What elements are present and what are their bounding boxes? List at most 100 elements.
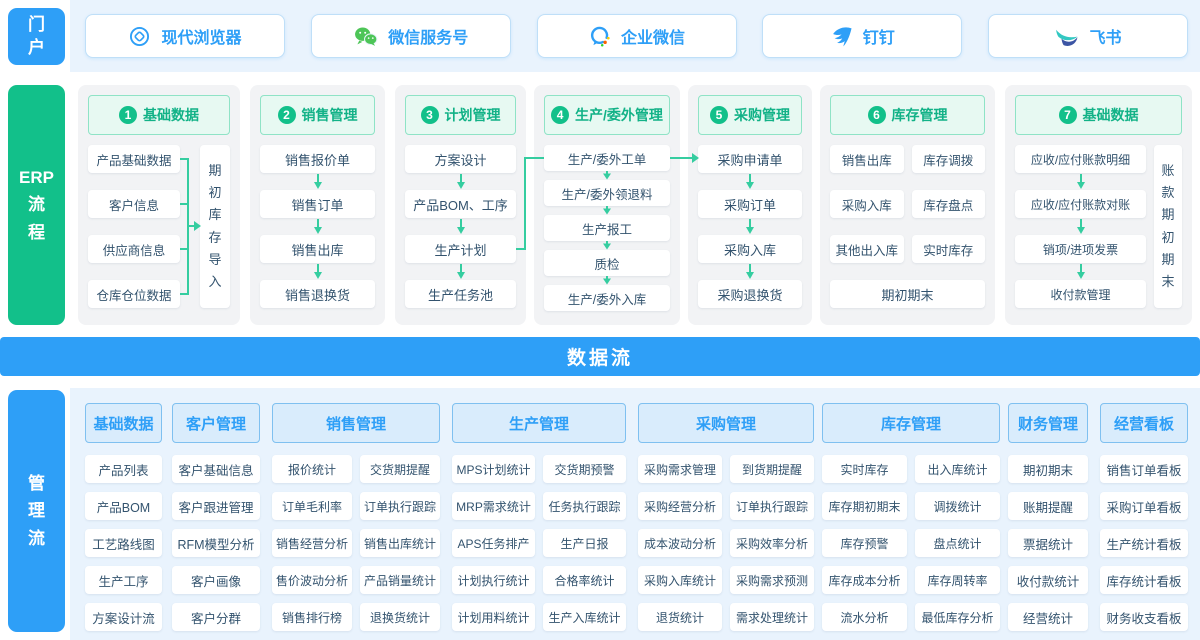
erp-bracket-row: 产品基础数据客户信息供应商信息仓库仓位数据期初库存导入 [88, 145, 230, 308]
portal-button-label: 钉钉 [863, 24, 895, 48]
management-item: 盘点统计 [915, 529, 1000, 557]
erp-item: 销售订单 [260, 190, 375, 218]
management-item: 采购效率分析 [730, 529, 814, 557]
erp-column-7: 7基础数据应收/应付账款明细应收/应付账款对账销项/进项发票收付款管理账款期初期… [1005, 85, 1192, 325]
connector-line [670, 157, 694, 159]
management-item: 交货期提醒 [360, 455, 440, 483]
connector-line [524, 157, 526, 250]
erp-item: 库存调拨 [912, 145, 986, 173]
management-item: 产品列表 [85, 455, 162, 483]
erp-item: 生产/委外领退料 [544, 180, 670, 206]
management-item: 生产日报 [543, 529, 626, 557]
portal-strip: 现代浏览器微信服务号企业微信 钉钉 飞书 [70, 0, 1200, 72]
erp-flow: 采购申请单采购订单采购入库采购退换货 [698, 145, 802, 308]
erp-item: 仓库仓位数据 [88, 280, 180, 308]
management-item: 销售经营分析 [272, 529, 352, 557]
portal-button-browser[interactable]: 现代浏览器 [85, 14, 285, 58]
management-item: 流水分析 [822, 603, 907, 631]
management-item: 库存周转率 [915, 566, 1000, 594]
erp-item: 期初期末 [830, 280, 985, 308]
erp-column-4: 4生产/委外管理生产/委外工单生产/委外领退料生产报工质检生产/委外入库 [534, 85, 680, 325]
arrow-down-icon [405, 173, 516, 190]
dataflow-banner-label: 数据流 [567, 343, 633, 370]
dingtalk-icon [830, 25, 853, 48]
management-item: 生产入库统计 [543, 603, 626, 631]
erp-item: 采购退换货 [698, 280, 802, 308]
portal-button-feishu[interactable]: 飞书 [988, 14, 1188, 58]
arrow-down-icon [405, 263, 516, 280]
arrow-down-icon [698, 173, 802, 190]
management-item: 产品BOM [85, 492, 162, 520]
management-item: 调拨统计 [915, 492, 1000, 520]
management-item: 收付款统计 [1008, 566, 1088, 594]
management-group-header: 采购管理 [638, 403, 814, 443]
erp-item: 采购入库 [698, 235, 802, 263]
erp-item: 生产/委外入库 [544, 285, 670, 311]
management-item: RFM模型分析 [172, 529, 260, 557]
erp-column-2: 2销售管理销售报价单销售订单销售出库销售退换货 [250, 85, 385, 325]
management-item: 计划执行统计 [452, 566, 535, 594]
erp-grid: 销售出库库存调拨采购入库库存盘点其他出入库实时库存期初期末 [830, 145, 985, 308]
erp-flow: 方案设计产品BOM、工序生产计划生产任务池 [405, 145, 516, 308]
erp-flow: 产品基础数据客户信息供应商信息仓库仓位数据 [88, 145, 180, 308]
erp-flow-section: 1基础数据产品基础数据客户信息供应商信息仓库仓位数据期初库存导入2销售管理销售报… [0, 85, 1200, 325]
erp-flow: 销售报价单销售订单销售出库销售退换货 [260, 145, 375, 308]
management-item: 销售排行榜 [272, 603, 352, 631]
erp-item: 实时库存 [912, 235, 986, 263]
erp-column-body: 生产/委外工单生产/委外领退料生产报工质检生产/委外入库 [544, 145, 670, 308]
erp-column-5: 5采购管理采购申请单采购订单采购入库采购退换货 [688, 85, 812, 325]
connector-arrowhead-icon [692, 153, 699, 163]
management-group: 财务管理期初期末账期提醒票据统计收付款统计经营统计 [1008, 403, 1088, 631]
management-item: 退换货统计 [360, 603, 440, 631]
management-item: 工艺路线图 [85, 529, 162, 557]
erp-column-title: 销售管理 [302, 105, 358, 125]
erp-item: 销项/进项发票 [1015, 235, 1146, 263]
erp-column-header: 6库存管理 [830, 95, 985, 135]
arrow-down-icon [698, 218, 802, 235]
dataflow-banner: 数据流 [0, 337, 1200, 376]
step-number-badge: 3 [421, 106, 439, 124]
management-group: 基础数据产品列表产品BOM工艺路线图生产工序方案设计流 [85, 403, 162, 631]
management-group: 生产管理MPS计划统计交货期预警MRP需求统计任务执行跟踪APS任务排产生产日报… [452, 403, 626, 631]
management-group-grid: 实时库存出入库统计库存期初期末调拨统计库存预警盘点统计库存成本分析库存周转率流水… [822, 455, 1000, 631]
erp-column-3: 3计划管理方案设计产品BOM、工序生产计划生产任务池 [395, 85, 526, 325]
management-group-grid: 销售订单看板采购订单看板生产统计看板库存统计看板财务收支看板 [1100, 455, 1188, 631]
management-item: 报价统计 [272, 455, 352, 483]
erp-item: 销售出库 [830, 145, 904, 173]
management-item: 销售出库统计 [360, 529, 440, 557]
management-group-grid: MPS计划统计交货期预警MRP需求统计任务执行跟踪APS任务排产生产日报计划执行… [452, 455, 626, 631]
portal-button-dingtalk[interactable]: 钉钉 [762, 14, 962, 58]
connector-arrowhead-icon [194, 221, 201, 231]
management-item: 财务收支看板 [1100, 603, 1188, 631]
portal-button-wechat-official[interactable]: 微信服务号 [311, 14, 511, 58]
erp-column-1: 1基础数据产品基础数据客户信息供应商信息仓库仓位数据期初库存导入 [78, 85, 240, 325]
erp-column-body: 销售出库库存调拨采购入库库存盘点其他出入库实时库存期初期末 [830, 145, 985, 308]
erp-item: 供应商信息 [88, 235, 180, 263]
management-item: 采购订单看板 [1100, 492, 1188, 520]
management-group-header: 库存管理 [822, 403, 1000, 443]
erp-column-title: 生产/委外管理 [575, 105, 663, 125]
erp-item: 产品BOM、工序 [405, 190, 516, 218]
erp-item: 库存盘点 [912, 190, 986, 218]
management-item: APS任务排产 [452, 529, 535, 557]
erp-side-box: 账款期初期末 [1154, 145, 1182, 308]
arrow-down-icon [1015, 263, 1146, 280]
management-item: 实时库存 [822, 455, 907, 483]
management-group-header: 基础数据 [85, 403, 162, 443]
arrow-down-icon [698, 263, 802, 280]
erp-column-title: 库存管理 [892, 105, 948, 125]
wechat-icon [353, 25, 378, 48]
portal-label: 门户 [8, 8, 65, 65]
erp-column-body: 采购申请单采购订单采购入库采购退换货 [698, 145, 802, 308]
erp-item: 方案设计 [405, 145, 516, 173]
arrow-down-icon [544, 206, 670, 215]
management-item: 订单毛利率 [272, 492, 352, 520]
management-item: 客户画像 [172, 566, 260, 594]
management-item: 库存成本分析 [822, 566, 907, 594]
erp-column-header: 3计划管理 [405, 95, 516, 135]
portal-button-wecom[interactable]: 企业微信 [537, 14, 737, 58]
erp-column-body: 产品基础数据客户信息供应商信息仓库仓位数据期初库存导入 [88, 145, 230, 308]
erp-item: 收付款管理 [1015, 280, 1146, 308]
erp-item: 其他出入库 [830, 235, 904, 263]
management-item: 账期提醒 [1008, 492, 1088, 520]
